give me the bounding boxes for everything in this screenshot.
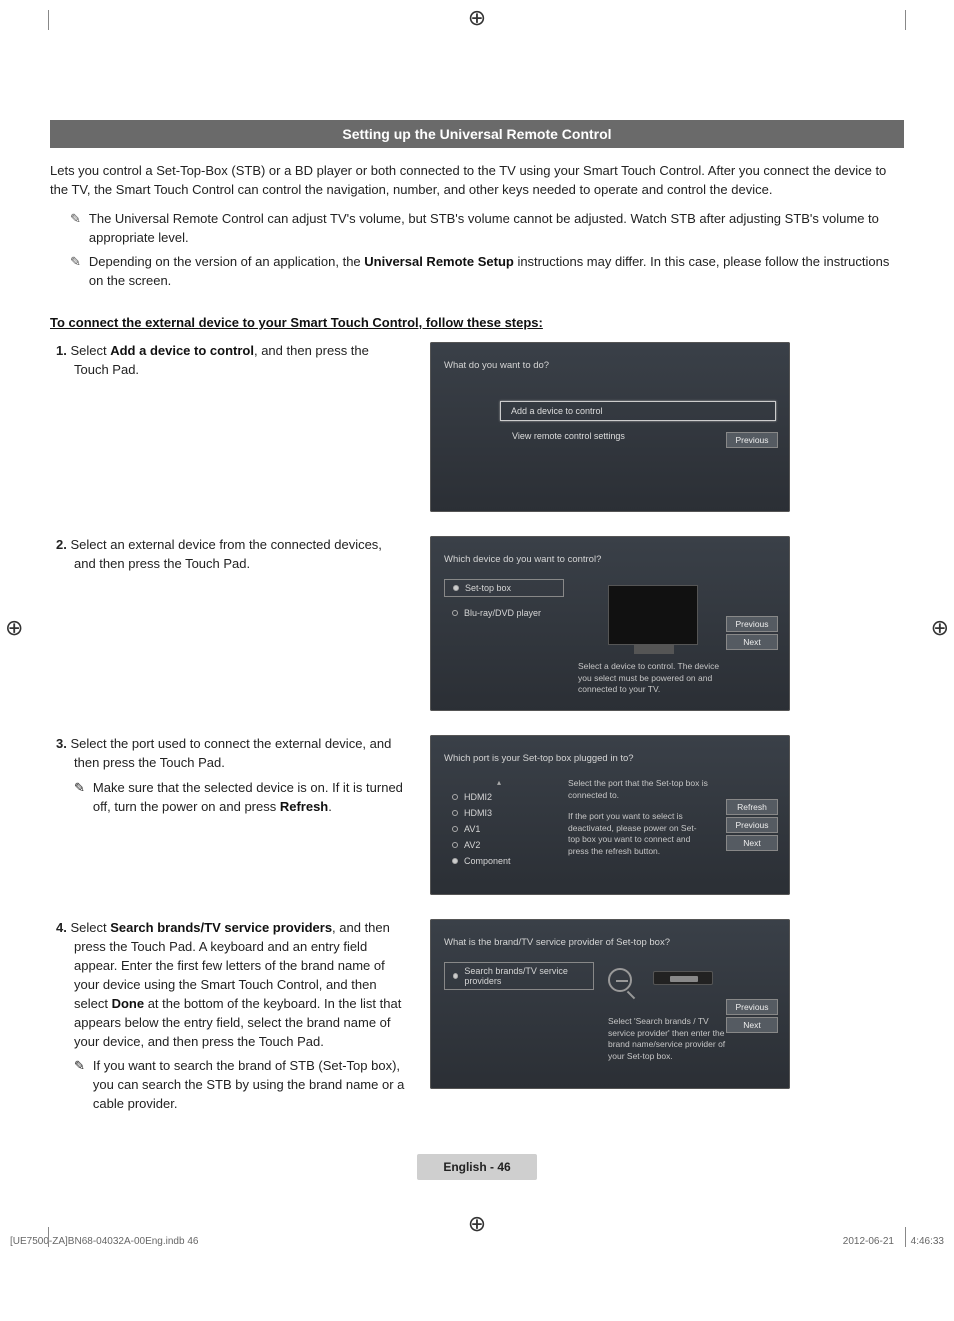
note-icon: ✎	[70, 253, 81, 291]
section-heading: Setting up the Universal Remote Control	[50, 120, 904, 148]
screen-2: Which device do you want to control? Set…	[430, 536, 790, 711]
refresh-button[interactable]: Refresh	[726, 799, 778, 815]
radio-icon	[452, 858, 458, 864]
tv-illustration	[608, 585, 698, 645]
radio-icon	[452, 826, 458, 832]
opt-add-device[interactable]: Add a device to control	[500, 401, 776, 421]
radio-icon	[452, 794, 458, 800]
magnify-icon	[608, 968, 632, 992]
step-4-note: ✎ If you want to search the brand of STB…	[74, 1057, 406, 1114]
screen-1-title: What do you want to do?	[444, 360, 776, 371]
step-1-text: 1. Select Add a device to control, and t…	[74, 342, 406, 380]
steps-subheading: To connect the external device to your S…	[50, 315, 904, 330]
screen-1: What do you want to do? Add a device to …	[430, 342, 790, 512]
note-text: The Universal Remote Control can adjust …	[89, 210, 904, 248]
previous-button[interactable]: Previous	[726, 432, 778, 448]
stb-illustration	[653, 971, 713, 985]
note-icon: ✎	[74, 779, 85, 817]
note-text: Depending on the version of an applicati…	[89, 253, 904, 291]
intro-paragraph: Lets you control a Set-Top-Box (STB) or …	[50, 162, 904, 200]
scroll-up-icon[interactable]: ▴	[444, 778, 554, 787]
previous-button[interactable]: Previous	[726, 616, 778, 632]
opt-search-brands[interactable]: Search brands/TV service providers	[444, 962, 594, 990]
screen-3-helper-1: Select the port that the Set-top box is …	[568, 778, 708, 801]
screen-3-helper-2: If the port you want to select is deacti…	[568, 811, 708, 857]
port-av2[interactable]: AV2	[444, 837, 554, 853]
radio-icon	[453, 585, 459, 591]
screen-2-helper: Select a device to control. The device y…	[578, 661, 728, 695]
step-3: 3. Select the port used to connect the e…	[56, 735, 904, 895]
step-2: 2. Select an external device from the co…	[56, 536, 904, 711]
note-2: ✎ Depending on the version of an applica…	[70, 253, 904, 291]
radio-icon	[452, 610, 458, 616]
registration-mark-left: ⊕	[5, 615, 23, 641]
screen-3-title: Which port is your Set-top box plugged i…	[444, 753, 776, 764]
note-icon: ✎	[74, 1057, 85, 1114]
previous-button[interactable]: Previous	[726, 817, 778, 833]
radio-icon	[453, 973, 458, 979]
step-4-text: 4. Select Search brands/TV service provi…	[74, 919, 406, 1051]
next-button[interactable]: Next	[726, 1017, 778, 1033]
crop-mark-bottom	[48, 1227, 906, 1247]
port-hdmi2[interactable]: HDMI2	[444, 789, 554, 805]
port-hdmi3[interactable]: HDMI3	[444, 805, 554, 821]
registration-mark-right: ⊕	[931, 615, 949, 641]
step-2-text: 2. Select an external device from the co…	[74, 536, 406, 574]
next-button[interactable]: Next	[726, 835, 778, 851]
screen-4-helper: Select 'Search brands / TV service provi…	[608, 1016, 728, 1062]
next-button[interactable]: Next	[726, 634, 778, 650]
screen-4: What is the brand/TV service provider of…	[430, 919, 790, 1089]
screen-4-title: What is the brand/TV service provider of…	[444, 937, 776, 948]
registration-mark-top: ⊕	[468, 5, 486, 31]
previous-button[interactable]: Previous	[726, 999, 778, 1015]
port-av1[interactable]: AV1	[444, 821, 554, 837]
page-content: Setting up the Universal Remote Control …	[0, 0, 954, 1236]
screen-3: Which port is your Set-top box plugged i…	[430, 735, 790, 895]
step-4: 4. Select Search brands/TV service provi…	[56, 919, 904, 1113]
port-component[interactable]: Component	[444, 853, 554, 869]
opt-bluray[interactable]: Blu-ray/DVD player	[444, 605, 564, 621]
note-icon: ✎	[70, 210, 81, 248]
radio-icon	[452, 842, 458, 848]
step-3-note: ✎ Make sure that the selected device is …	[74, 779, 406, 817]
step-3-text: 3. Select the port used to connect the e…	[74, 735, 406, 773]
opt-set-top-box[interactable]: Set-top box	[444, 579, 564, 597]
page-number-badge: English - 46	[417, 1154, 537, 1180]
note-1: ✎ The Universal Remote Control can adjus…	[70, 210, 904, 248]
step-1: 1. Select Add a device to control, and t…	[56, 342, 904, 512]
radio-icon	[452, 810, 458, 816]
screen-2-title: Which device do you want to control?	[444, 554, 776, 565]
